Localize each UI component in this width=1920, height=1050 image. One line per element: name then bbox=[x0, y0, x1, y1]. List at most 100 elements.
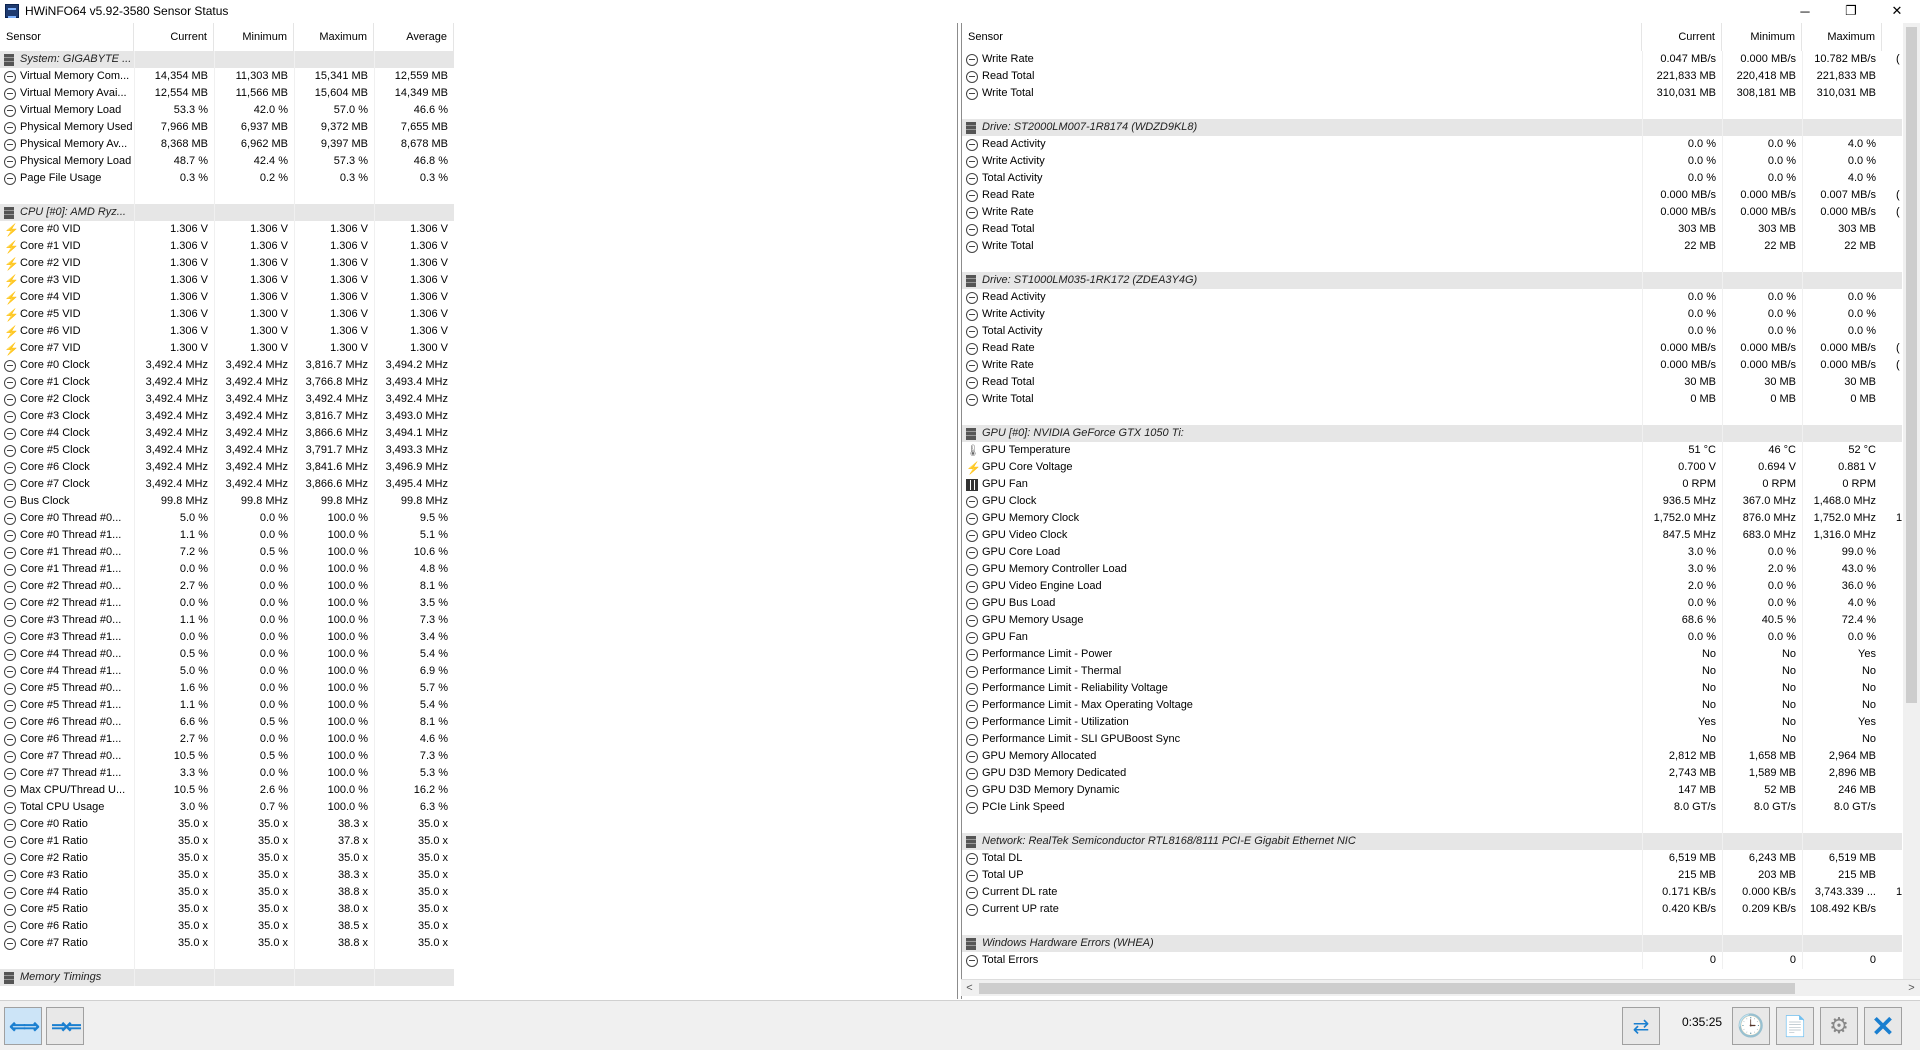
sensor-row[interactable]: Read Rate 0.000 MB/s 0.000 MB/s 0.007 MB/s( bbox=[962, 187, 1902, 204]
sensor-row[interactable]: Write Total 310,031 MB 308,181 MB 310,031 M… bbox=[962, 85, 1902, 102]
header-maximum[interactable]: Maximum bbox=[1802, 23, 1882, 51]
sensor-row[interactable]: Write Total 22 MB 22 MB 22 MB bbox=[962, 238, 1902, 255]
sensor-row[interactable]: Core #1 Thread #0... 7.2 % 0.5 % 100.0 % 10.… bbox=[0, 544, 454, 561]
sensor-row[interactable]: Core #5 VID1.306 V1.300 V1.306 V1.306 V bbox=[0, 306, 454, 323]
sensor-row[interactable]: GPU Video Engine Load 2.0 % 0.0 % 36.0 % bbox=[962, 578, 1902, 595]
sensor-row[interactable]: Core #4 Thread #1... 5.0 % 0.0 % 100.0 % 6.9… bbox=[0, 663, 454, 680]
header-current[interactable]: Current bbox=[1642, 23, 1722, 51]
sensor-row[interactable]: GPU D3D Memory Dedicated 2,743 MB 1,589 MB… bbox=[962, 765, 1902, 782]
sensor-group-header[interactable]: Network: RealTek Semiconductor RTL8168/8… bbox=[962, 833, 1902, 850]
sensor-row[interactable]: Core #1 Thread #1... 0.0 % 0.0 % 100.0 % 4.8… bbox=[0, 561, 454, 578]
sensor-group-header[interactable]: GPU [#0]: NVIDIA GeForce GTX 1050 Ti: bbox=[962, 425, 1902, 442]
sensor-row[interactable]: Virtual Memory Com... 14,354 MB 11,303 MB 1… bbox=[0, 68, 454, 85]
sensor-row[interactable]: GPU Memory Clock 1,752.0 MHz 876.0 MHz 1,75… bbox=[962, 510, 1902, 527]
scroll-right-arrow-icon[interactable]: > bbox=[1903, 980, 1920, 997]
sensor-row[interactable]: Core #3 Thread #1... 0.0 % 0.0 % 100.0 % 3.4… bbox=[0, 629, 454, 646]
sensor-row[interactable]: Bus Clock 99.8 MHz 99.8 MHz 99.8 MHz 99.8 MH… bbox=[0, 493, 454, 510]
sensor-group-header[interactable]: Memory Timings bbox=[0, 969, 454, 986]
sensor-row[interactable]: Core #5 Clock 3,492.4 MHz 3,492.4 MHz 3,791… bbox=[0, 442, 454, 459]
sensor-row[interactable]: Core #5 Ratio 35.0 x 35.0 x 38.0 x 35.0 x bbox=[0, 901, 454, 918]
sensor-row[interactable]: GPU Core Load 3.0 % 0.0 % 99.0 % bbox=[962, 544, 1902, 561]
sensor-row[interactable]: Core #1 Clock 3,492.4 MHz 3,492.4 MHz 3,766… bbox=[0, 374, 454, 391]
sensor-row[interactable]: Core #3 Ratio 35.0 x 35.0 x 38.3 x 35.0 x bbox=[0, 867, 454, 884]
vertical-scrollbar[interactable] bbox=[1903, 23, 1920, 979]
sensor-row[interactable]: Physical Memory Av... 8,368 MB 6,962 MB 9,3… bbox=[0, 136, 454, 153]
sensor-row[interactable]: Write Activity 0.0 % 0.0 % 0.0 % bbox=[962, 306, 1902, 323]
vertical-scroll-thumb[interactable] bbox=[1906, 27, 1917, 703]
sensor-row[interactable]: Total Activity 0.0 % 0.0 % 4.0 % bbox=[962, 170, 1902, 187]
sensor-row[interactable]: GPU D3D Memory Dynamic 147 MB 52 MB 246 MB bbox=[962, 782, 1902, 799]
sensor-row[interactable]: Performance Limit - Power No No Yes bbox=[962, 646, 1902, 663]
sensor-row[interactable]: Core #6 Thread #0... 6.6 % 0.5 % 100.0 % 8.1… bbox=[0, 714, 454, 731]
sensor-group-header[interactable]: Drive: ST2000LM007-1R8174 (WDZD9KL8) bbox=[962, 119, 1902, 136]
maximize-button[interactable]: ❐ bbox=[1828, 0, 1874, 22]
sensor-row[interactable]: GPU Memory Controller Load 3.0 % 2.0 % 43.0… bbox=[962, 561, 1902, 578]
sensor-row[interactable]: Core #5 Thread #0... 1.6 % 0.0 % 100.0 % 5.7… bbox=[0, 680, 454, 697]
sensor-row[interactable]: Core #4 Clock 3,492.4 MHz 3,492.4 MHz 3,866… bbox=[0, 425, 454, 442]
sensor-row[interactable]: Core #5 Thread #1... 1.1 % 0.0 % 100.0 % 5.4… bbox=[0, 697, 454, 714]
sensor-row[interactable]: Read Activity 0.0 % 0.0 % 4.0 % bbox=[962, 136, 1902, 153]
settings-button[interactable]: ⚙ bbox=[1820, 1007, 1858, 1045]
sensor-row[interactable]: Core #3 Clock 3,492.4 MHz 3,492.4 MHz 3,816… bbox=[0, 408, 454, 425]
sensor-row[interactable]: Core #1 Ratio 35.0 x 35.0 x 37.8 x 35.0 x bbox=[0, 833, 454, 850]
sensor-row[interactable]: PCIe Link Speed 8.0 GT/s 8.0 GT/s 8.0 GT/s bbox=[962, 799, 1902, 816]
sensor-row[interactable]: GPU Bus Load 0.0 % 0.0 % 4.0 % bbox=[962, 595, 1902, 612]
sensor-row[interactable]: Core #4 Ratio 35.0 x 35.0 x 38.8 x 35.0 x bbox=[0, 884, 454, 901]
sensor-row[interactable]: Read Activity 0.0 % 0.0 % 0.0 % bbox=[962, 289, 1902, 306]
sensor-row[interactable]: Core #2 Thread #1... 0.0 % 0.0 % 100.0 % 3.5… bbox=[0, 595, 454, 612]
sensor-row[interactable]: Page File Usage 0.3 % 0.2 % 0.3 % 0.3 % bbox=[0, 170, 454, 187]
sensor-panel-right[interactable]: Sensor Current Minimum Maximum Write Rat… bbox=[961, 23, 1920, 999]
header-sensor[interactable]: Sensor bbox=[962, 23, 1642, 51]
close-sensors-button[interactable]: ✕ bbox=[1864, 1007, 1902, 1045]
horizontal-scrollbar[interactable]: < > bbox=[961, 979, 1920, 996]
sensor-row[interactable]: Performance Limit - SLI GPUBoost Sync No N… bbox=[962, 731, 1902, 748]
sensor-row[interactable]: Core #6 Clock 3,492.4 MHz 3,492.4 MHz 3,841… bbox=[0, 459, 454, 476]
sensor-group-header[interactable]: Windows Hardware Errors (WHEA) bbox=[962, 935, 1902, 952]
sensor-row[interactable]: Core #7 VID1.300 V1.300 V1.300 V1.300 V bbox=[0, 340, 454, 357]
header-maximum[interactable]: Maximum bbox=[294, 23, 374, 51]
sensor-row[interactable]: Core #0 VID1.306 V1.306 V1.306 V1.306 V bbox=[0, 221, 454, 238]
sensor-row[interactable]: Read Rate 0.000 MB/s 0.000 MB/s 0.000 MB/s( bbox=[962, 340, 1902, 357]
sensor-row[interactable]: Core #2 VID1.306 V1.306 V1.306 V1.306 V bbox=[0, 255, 454, 272]
sensor-row[interactable]: Core #3 VID1.306 V1.306 V1.306 V1.306 V bbox=[0, 272, 454, 289]
sensor-row[interactable]: Core #1 VID1.306 V1.306 V1.306 V1.306 V bbox=[0, 238, 454, 255]
sensor-panel-left[interactable]: Sensor Current Minimum Maximum Average S… bbox=[0, 23, 958, 999]
sensor-row[interactable]: Core #4 Thread #0... 0.5 % 0.0 % 100.0 % 5.4… bbox=[0, 646, 454, 663]
sensor-row[interactable]: Write Rate 0.000 MB/s 0.000 MB/s 0.000 MB/s… bbox=[962, 357, 1902, 374]
sensor-row[interactable]: Write Activity 0.0 % 0.0 % 0.0 % bbox=[962, 153, 1902, 170]
sensor-row[interactable]: Core #7 Thread #1... 3.3 % 0.0 % 100.0 % 5.3… bbox=[0, 765, 454, 782]
collapse-columns-button[interactable]: ⇒⇐ bbox=[46, 1007, 84, 1045]
minimize-button[interactable]: ─ bbox=[1782, 0, 1828, 22]
header-current[interactable]: Current bbox=[134, 23, 214, 51]
sensor-row[interactable]: GPU Memory Usage 68.6 % 40.5 % 72.4 % bbox=[962, 612, 1902, 629]
close-button[interactable]: ✕ bbox=[1874, 0, 1920, 22]
sensor-row[interactable]: Performance Limit - Max Operating Voltag… bbox=[962, 697, 1902, 714]
sensor-row[interactable]: Core #0 Thread #0... 5.0 % 0.0 % 100.0 % 9.5… bbox=[0, 510, 454, 527]
sensor-row[interactable]: Total UP 215 MB 203 MB 215 MB bbox=[962, 867, 1902, 884]
scroll-left-arrow-icon[interactable]: < bbox=[961, 980, 978, 997]
sensor-row[interactable]: Performance Limit - Thermal No No No bbox=[962, 663, 1902, 680]
sensor-row[interactable]: Write Rate 0.047 MB/s 0.000 MB/s 10.782 MB/… bbox=[962, 51, 1902, 68]
report-button[interactable]: 📄 bbox=[1776, 1007, 1814, 1045]
network-button[interactable]: ⇄ bbox=[1622, 1007, 1660, 1045]
sensor-row[interactable]: Total CPU Usage 3.0 % 0.7 % 100.0 % 6.3 % bbox=[0, 799, 454, 816]
sensor-group-header[interactable]: CPU [#0]: AMD Ryz... bbox=[0, 204, 454, 221]
header-minimum[interactable]: Minimum bbox=[214, 23, 294, 51]
sensor-row[interactable]: Core #3 Thread #0... 1.1 % 0.0 % 100.0 % 7.3… bbox=[0, 612, 454, 629]
sensor-row[interactable]: Virtual Memory Load 53.3 % 42.0 % 57.0 % 46.… bbox=[0, 102, 454, 119]
sensor-row[interactable]: Performance Limit - Utilization Yes No Yes bbox=[962, 714, 1902, 731]
sensor-row[interactable]: Physical Memory Load 48.7 % 42.4 % 57.3 % 46… bbox=[0, 153, 454, 170]
sensor-row[interactable]: Current UP rate 0.420 KB/s 0.209 KB/s 108.4… bbox=[962, 901, 1902, 918]
header-average[interactable]: Average bbox=[374, 23, 454, 51]
sensor-row[interactable]: GPU Memory Allocated 2,812 MB 1,658 MB 2,96… bbox=[962, 748, 1902, 765]
sensor-row[interactable]: Current DL rate 0.171 KB/s 0.000 KB/s 3,743… bbox=[962, 884, 1902, 901]
sensor-row[interactable]: Write Total 0 MB 0 MB 0 MB bbox=[962, 391, 1902, 408]
sensor-row[interactable]: Total DL 6,519 MB 6,243 MB 6,519 MB bbox=[962, 850, 1902, 867]
sensor-row[interactable]: Core #6 Thread #1... 2.7 % 0.0 % 100.0 % 4.6… bbox=[0, 731, 454, 748]
clock-button[interactable]: 🕒 bbox=[1732, 1007, 1770, 1045]
sensor-row[interactable]: Core #2 Thread #0... 2.7 % 0.0 % 100.0 % 8.1… bbox=[0, 578, 454, 595]
sensor-row[interactable]: Max CPU/Thread U... 10.5 % 2.6 % 100.0 % 16.… bbox=[0, 782, 454, 799]
sensor-row[interactable]: Virtual Memory Avai... 12,554 MB 11,566 MB… bbox=[0, 85, 454, 102]
sensor-row[interactable]: Core #2 Ratio 35.0 x 35.0 x 35.0 x 35.0 x bbox=[0, 850, 454, 867]
sensor-row[interactable]: Read Total 303 MB 303 MB 303 MB bbox=[962, 221, 1902, 238]
